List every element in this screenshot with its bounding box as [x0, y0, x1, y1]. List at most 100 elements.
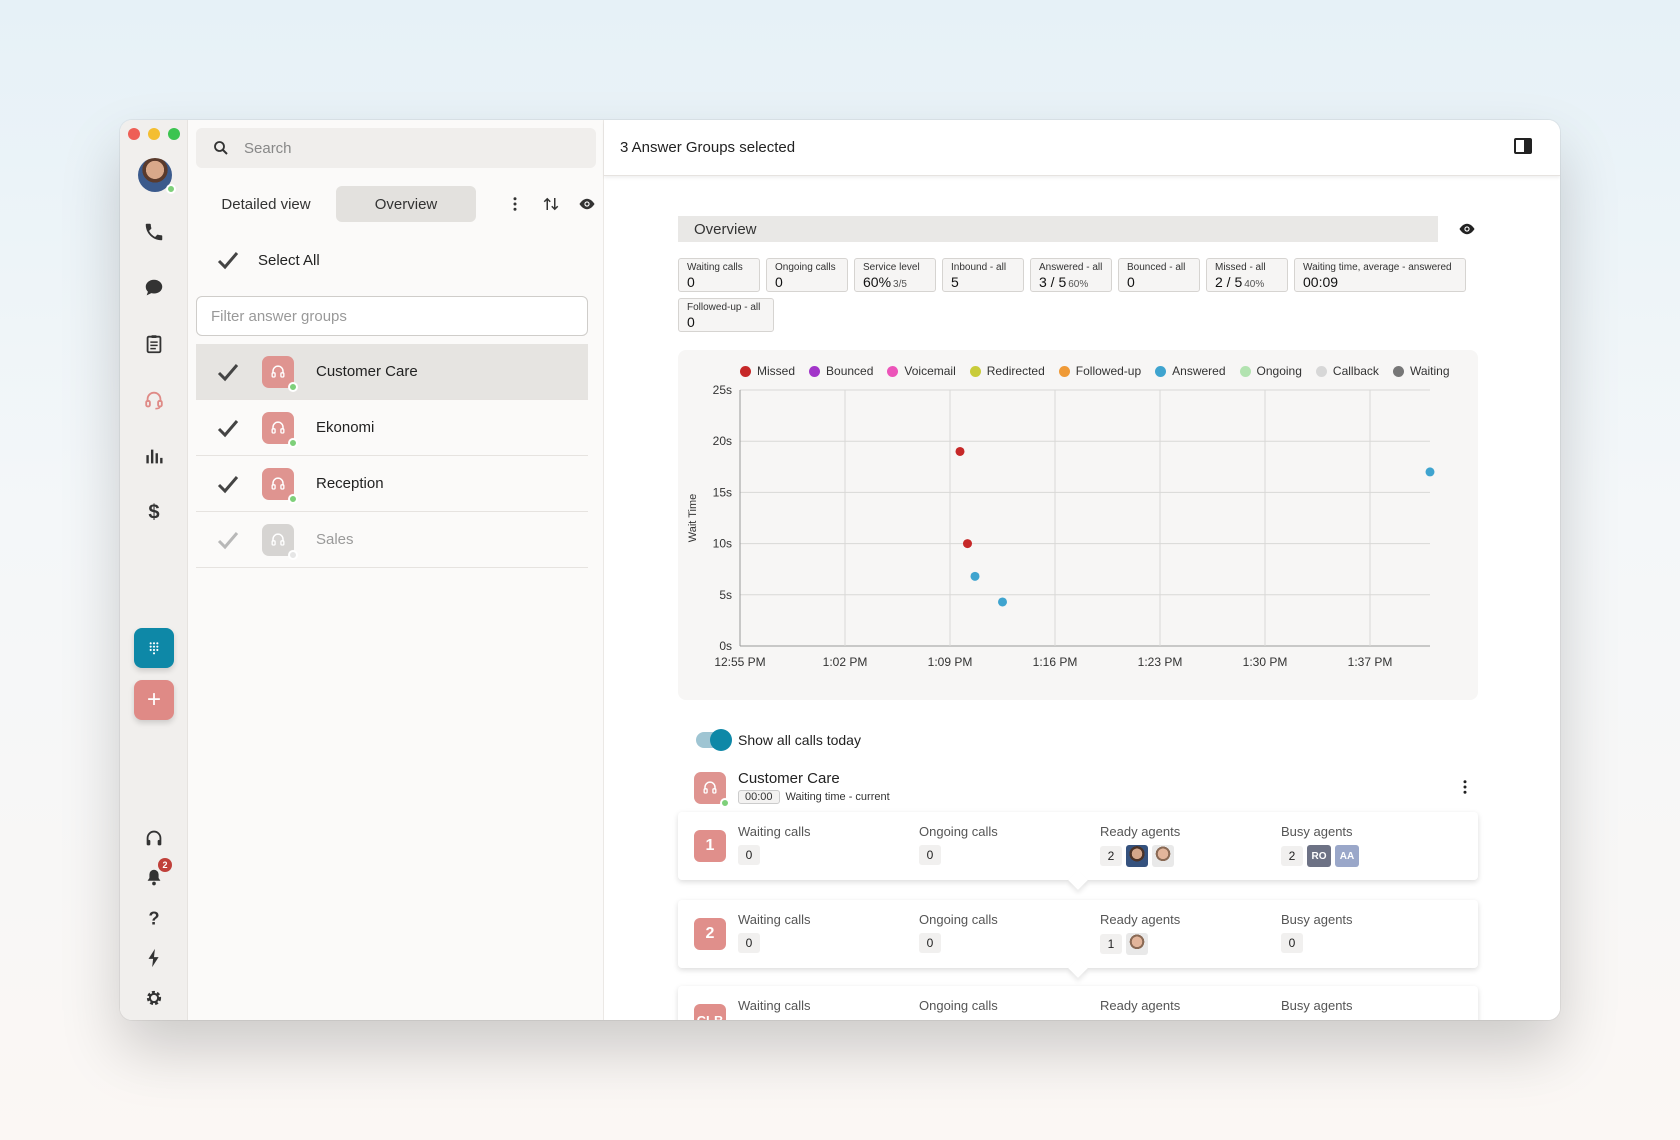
queue-card[interactable]: 2 Waiting calls 0 Ongoing calls 0 Ready …	[678, 900, 1478, 978]
stat-value: 2 / 5	[1215, 274, 1243, 290]
waiting-calls-label: Waiting calls	[738, 912, 811, 927]
waiting-time-current: 00:00 Waiting time - current	[738, 790, 890, 804]
bar-chart-icon[interactable]	[138, 440, 170, 472]
help-icon[interactable]: ?	[138, 902, 170, 934]
clipboard-icon[interactable]	[138, 328, 170, 360]
stat-value: 0	[687, 314, 695, 330]
add-button[interactable]: +	[134, 680, 174, 720]
show-all-calls-toggle-row: Show all calls today	[696, 729, 861, 751]
main-content: 3 Answer Groups selected Overview Waitin…	[604, 120, 1560, 1020]
stat-label: Answered - all	[1039, 262, 1103, 273]
plus-icon: +	[146, 686, 161, 713]
group-title: Customer Care	[738, 770, 840, 787]
answer-groups-panel: Search Detailed view Overview Select All…	[188, 120, 604, 1020]
queue-number: 1	[694, 830, 726, 862]
stat-sub: 3/5	[893, 279, 907, 290]
headphones-icon[interactable]	[138, 822, 170, 854]
x-tick-label: 12:55 PM	[714, 655, 765, 669]
wait-time-value: 00:00	[738, 790, 780, 804]
dollar-icon[interactable]: $	[138, 496, 170, 528]
queue-number: CLB	[694, 1004, 726, 1020]
busy-agents-value: 0	[1281, 933, 1303, 953]
x-tick-label: 1:16 PM	[1033, 655, 1078, 669]
search-input[interactable]: Search	[196, 128, 596, 168]
x-tick-label: 1:02 PM	[823, 655, 868, 669]
eye-icon[interactable]	[1458, 220, 1476, 243]
stat-label: Followed-up - all	[687, 302, 761, 313]
waiting-calls-value: 0	[738, 845, 760, 865]
lightning-icon[interactable]	[138, 942, 170, 974]
chart-plot: 0s 5s 10s 15s 20s 25s 12:55 PM 1:02 PM 1:09 PM 1:…	[687, 383, 1435, 669]
checkmark-icon[interactable]	[216, 360, 240, 384]
maximize-window-button[interactable]	[168, 128, 180, 140]
y-tick-label: 15s	[713, 485, 732, 499]
list-item[interactable]: Customer Care	[196, 344, 588, 400]
headset-group-icon	[694, 772, 730, 808]
y-tick-label: 5s	[719, 588, 732, 602]
overview-title: Overview	[694, 220, 757, 238]
checkmark-icon[interactable]	[216, 472, 240, 496]
list-item[interactable]: Ekonomi	[196, 400, 588, 456]
stat-value: 0	[687, 274, 695, 290]
x-tick-label: 1:09 PM	[928, 655, 973, 669]
filter-placeholder: Filter answer groups	[211, 307, 347, 325]
stats-row: Waiting calls 0 Ongoing calls 0 Service …	[678, 258, 1478, 332]
avatar[interactable]	[1152, 845, 1174, 867]
headset-group-icon	[262, 523, 298, 560]
stat-answered-all: Answered - all 3 / 5 60%	[1030, 258, 1112, 292]
headset-group-icon	[262, 411, 298, 448]
user-avatar[interactable]	[138, 158, 176, 194]
minimize-window-button[interactable]	[148, 128, 160, 140]
stat-bounced-all: Bounced - all 0	[1118, 258, 1200, 292]
show-all-calls-toggle[interactable]	[696, 729, 732, 751]
checkmark-icon[interactable]	[216, 528, 240, 552]
wait-time-chart: Missed Bounced Voicemail Redirected Foll…	[678, 350, 1478, 700]
avatar[interactable]: RO	[1307, 845, 1331, 867]
stat-value: 00:09	[1303, 274, 1339, 290]
filter-answer-groups-input[interactable]: Filter answer groups	[196, 296, 588, 336]
dialpad-button[interactable]	[134, 628, 174, 668]
stat-label: Bounced - all	[1127, 262, 1186, 273]
avatar[interactable]: AA	[1335, 845, 1359, 867]
group-name: Reception	[316, 475, 384, 492]
y-tick-label: 25s	[713, 383, 732, 397]
sort-icon[interactable]	[542, 195, 560, 213]
list-item[interactable]: Reception	[196, 456, 588, 512]
avatar[interactable]	[1126, 845, 1148, 867]
checkmark-icon[interactable]	[216, 416, 240, 440]
queue-card[interactable]: CLB Waiting calls Ongoing calls Ready ag…	[678, 986, 1478, 1020]
busy-agents-label: Busy agents	[1281, 998, 1353, 1013]
list-item[interactable]: Sales	[196, 512, 588, 568]
queue-card[interactable]: 1 Waiting calls 0 Ongoing calls 0 Ready …	[678, 812, 1478, 890]
select-all-row[interactable]: Select All	[216, 248, 320, 272]
settings-icon[interactable]	[138, 982, 170, 1014]
data-point-answered	[970, 571, 980, 581]
bell-icon[interactable]: 2	[138, 858, 172, 894]
x-tick-label: 1:37 PM	[1348, 655, 1393, 669]
tab-overview[interactable]: Overview	[336, 186, 476, 222]
x-tick-label: 1:23 PM	[1138, 655, 1183, 669]
y-axis-label: Wait Time	[687, 494, 699, 543]
y-tick-label: 10s	[713, 537, 732, 551]
more-vertical-icon[interactable]	[1456, 778, 1474, 801]
eye-icon[interactable]	[578, 195, 596, 213]
close-window-button[interactable]	[128, 128, 140, 140]
chat-icon[interactable]	[138, 272, 170, 304]
checkmark-icon	[217, 252, 239, 270]
select-all-label: Select All	[258, 251, 320, 269]
headset-group-icon[interactable]	[138, 384, 170, 416]
stat-label: Inbound - all	[951, 262, 1007, 273]
data-point-answered	[1425, 467, 1435, 477]
phone-icon[interactable]	[138, 216, 170, 248]
avatar[interactable]	[1126, 933, 1148, 955]
panel-toggle-icon[interactable]	[1514, 138, 1532, 154]
stat-sub: 60%	[1068, 279, 1089, 290]
group-name: Sales	[316, 531, 354, 548]
offline-status-dot	[288, 549, 298, 560]
data-point-missed	[955, 446, 965, 456]
ready-agents-label: Ready agents	[1100, 824, 1181, 839]
more-vertical-icon[interactable]	[506, 195, 524, 213]
data-point-missed	[963, 539, 972, 549]
stat-missed-all: Missed - all 2 / 5 40%	[1206, 258, 1288, 292]
tab-detailed-view[interactable]: Detailed view	[196, 186, 336, 222]
